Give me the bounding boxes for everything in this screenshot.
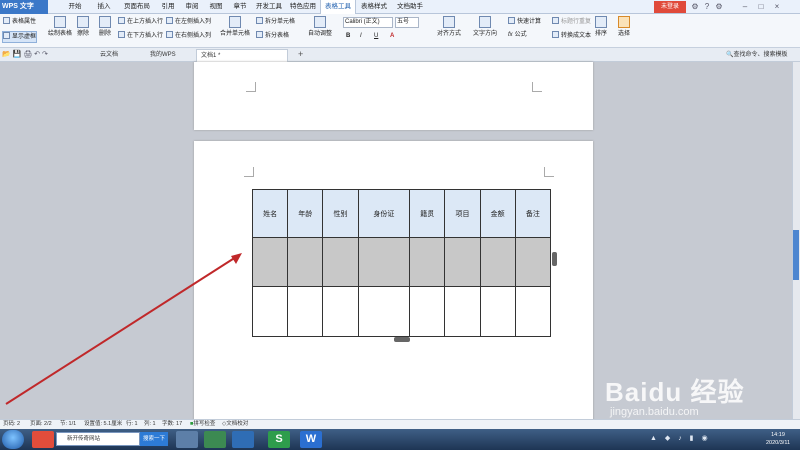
clock-time: 14:19 bbox=[771, 432, 785, 438]
status-page: 页码: 2 bbox=[3, 421, 21, 427]
app-taskbar-icon[interactable] bbox=[232, 431, 254, 448]
app-taskbar-icon[interactable] bbox=[176, 431, 198, 448]
status-section: 节: 1/1 bbox=[60, 421, 77, 427]
taskbar-clock[interactable]: 14:19 2020/3/11 bbox=[758, 431, 798, 449]
browser-taskbar-icon[interactable] bbox=[32, 431, 54, 448]
proofread-toggle[interactable]: ◇文档校对 bbox=[222, 420, 248, 429]
watermark-url: jingyan.baidu.com bbox=[610, 406, 699, 418]
wps-sheets-taskbar-icon[interactable]: S bbox=[268, 431, 290, 448]
wps-window: WPS 文字 开始 插入 页面布局 引用 审阅 视图 章节 开发工具 特色应用 表格工具 表格样式文… bbox=[0, 0, 800, 450]
status-setting: 设置值: 5.1厘米 bbox=[84, 421, 123, 427]
taskbar-search-button[interactable]: 搜索一下 bbox=[140, 432, 168, 446]
windows-taskbar: 新开传奇网站 搜索一下 S W ▲ ◆ ♪ ▮ ◉ 14:19 2020/3/1… bbox=[0, 429, 800, 450]
app-taskbar-icon[interactable] bbox=[204, 431, 226, 448]
status-bar: 页码: 2 页面: 2/2 节: 1/1 设置值: 5.1厘米 行: 1 列: … bbox=[0, 419, 800, 429]
wps-writer-taskbar-icon[interactable]: W bbox=[300, 431, 322, 448]
spell-check-toggle[interactable]: ■拼写检查 bbox=[190, 420, 215, 429]
status-pages: 页面: 2/2 bbox=[30, 421, 52, 427]
status-row: 行: 1 bbox=[126, 421, 138, 427]
system-tray[interactable]: ▲ ◆ ♪ ▮ ◉ bbox=[650, 434, 750, 444]
status-col: 列: 1 bbox=[144, 421, 156, 427]
taskbar-search-input[interactable]: 新开传奇网站 bbox=[56, 432, 140, 446]
start-button[interactable] bbox=[2, 430, 24, 449]
status-words: 字数: 17 bbox=[162, 421, 183, 427]
clock-date: 2020/3/11 bbox=[765, 440, 791, 446]
